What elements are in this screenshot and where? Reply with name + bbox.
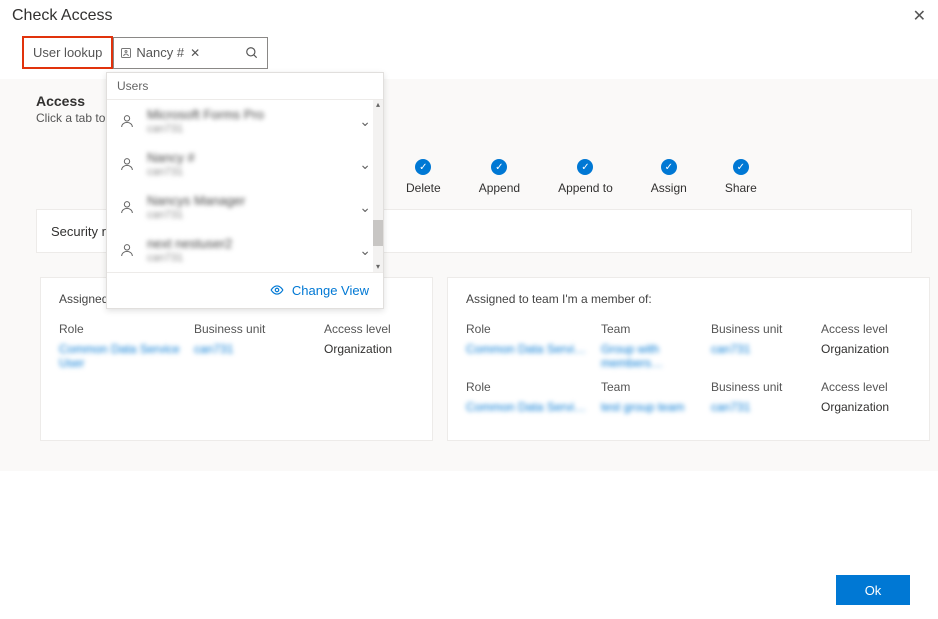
dropdown-scrollbar[interactable]: ▴ ▾ [373, 100, 383, 272]
scroll-up-icon[interactable]: ▴ [373, 100, 383, 110]
tag-icon [120, 47, 132, 59]
col-role: Role [466, 322, 601, 336]
check-icon: ✓ [733, 159, 749, 175]
result-primary: Nancys Manager [147, 194, 349, 209]
col-access-level: Access level [324, 322, 414, 336]
eye-icon [270, 283, 284, 297]
assigned-team-panel: Assigned to team I'm a member of: Role T… [447, 277, 930, 441]
person-icon [119, 113, 137, 129]
close-icon[interactable]: ✕ [913, 6, 926, 26]
lookup-result[interactable]: Nancy #can731 ⌄ [107, 143, 383, 186]
chip-clear-icon[interactable]: ✕ [190, 46, 200, 60]
check-icon: ✓ [577, 159, 593, 175]
person-icon [119, 199, 137, 215]
panel-title: Assigned to team I'm a member of: [466, 292, 911, 306]
bu-link[interactable]: can731 [711, 342, 821, 370]
change-view-link[interactable]: Change View [107, 272, 383, 308]
chevron-down-icon[interactable]: ⌄ [359, 156, 371, 173]
person-icon [119, 242, 137, 258]
team-link[interactable]: Group with members… [601, 342, 711, 370]
col-role: Role [466, 380, 601, 394]
result-secondary: can731 [147, 209, 349, 221]
check-icon: ✓ [491, 159, 507, 175]
lookup-result[interactable]: Microsoft Forms Procan731 ⌄ [107, 100, 383, 143]
scroll-down-icon[interactable]: ▾ [373, 262, 383, 272]
result-primary: next nestuser2 [147, 237, 349, 252]
user-lookup-label: User lookup [22, 36, 113, 69]
permission-share: ✓ Share [725, 159, 757, 195]
change-view-label: Change View [292, 283, 369, 298]
access-level-text: Organization [324, 342, 414, 370]
check-icon: ✓ [415, 159, 431, 175]
user-lookup-field[interactable]: Nancy # ✕ [113, 37, 268, 69]
result-secondary: can731 [147, 166, 349, 178]
ok-button[interactable]: Ok [836, 575, 910, 605]
col-team: Team [601, 380, 711, 394]
table-row: Common Data Servi… Group with members… c… [466, 342, 911, 370]
table-row: Common Data Servi… test group team can73… [466, 400, 911, 414]
col-business-unit: Business unit [711, 380, 821, 394]
permission-label: Delete [406, 181, 441, 195]
col-access-level: Access level [821, 380, 911, 394]
result-primary: Microsoft Forms Pro [147, 108, 349, 123]
chevron-down-icon[interactable]: ⌄ [359, 199, 371, 216]
result-secondary: can731 [147, 123, 349, 135]
chevron-down-icon[interactable]: ⌄ [359, 113, 371, 130]
team-link[interactable]: test group team [601, 400, 711, 414]
permission-append: ✓ Append [479, 159, 520, 195]
search-icon[interactable] [237, 46, 267, 60]
col-team: Team [601, 322, 711, 336]
col-business-unit: Business unit [194, 322, 324, 336]
role-link[interactable]: Common Data Service User [59, 342, 194, 370]
role-link[interactable]: Common Data Servi… [466, 400, 601, 414]
permission-delete: ✓ Delete [406, 159, 441, 195]
access-level-text: Organization [821, 342, 911, 370]
col-role: Role [59, 322, 194, 336]
lookup-result[interactable]: next nestuser2can731 ⌄ [107, 229, 383, 272]
permission-label: Append to [558, 181, 613, 195]
dropdown-header: Users [107, 73, 383, 100]
dialog-title: Check Access [12, 7, 112, 25]
permission-label: Share [725, 181, 757, 195]
result-secondary: can731 [147, 252, 349, 264]
chip-text: Nancy # [136, 45, 184, 60]
access-level-text: Organization [821, 400, 911, 414]
bu-link[interactable]: can731 [194, 342, 324, 370]
selected-user-chip[interactable]: Nancy # ✕ [114, 45, 206, 60]
result-primary: Nancy # [147, 151, 349, 166]
bu-link[interactable]: can731 [711, 400, 821, 414]
role-link[interactable]: Common Data Servi… [466, 342, 601, 370]
col-access-level: Access level [821, 322, 911, 336]
chevron-down-icon[interactable]: ⌄ [359, 242, 371, 259]
permission-label: Assign [651, 181, 687, 195]
person-icon [119, 156, 137, 172]
col-business-unit: Business unit [711, 322, 821, 336]
permission-label: Append [479, 181, 520, 195]
permission-append-to: ✓ Append to [558, 159, 613, 195]
user-lookup-dropdown: Users Microsoft Forms Procan731 ⌄ Nancy … [106, 72, 384, 309]
scroll-thumb[interactable] [373, 220, 383, 246]
lookup-result[interactable]: Nancys Managercan731 ⌄ [107, 186, 383, 229]
permission-assign: ✓ Assign [651, 159, 687, 195]
table-row: Common Data Service User can731 Organiza… [59, 342, 414, 370]
check-icon: ✓ [661, 159, 677, 175]
